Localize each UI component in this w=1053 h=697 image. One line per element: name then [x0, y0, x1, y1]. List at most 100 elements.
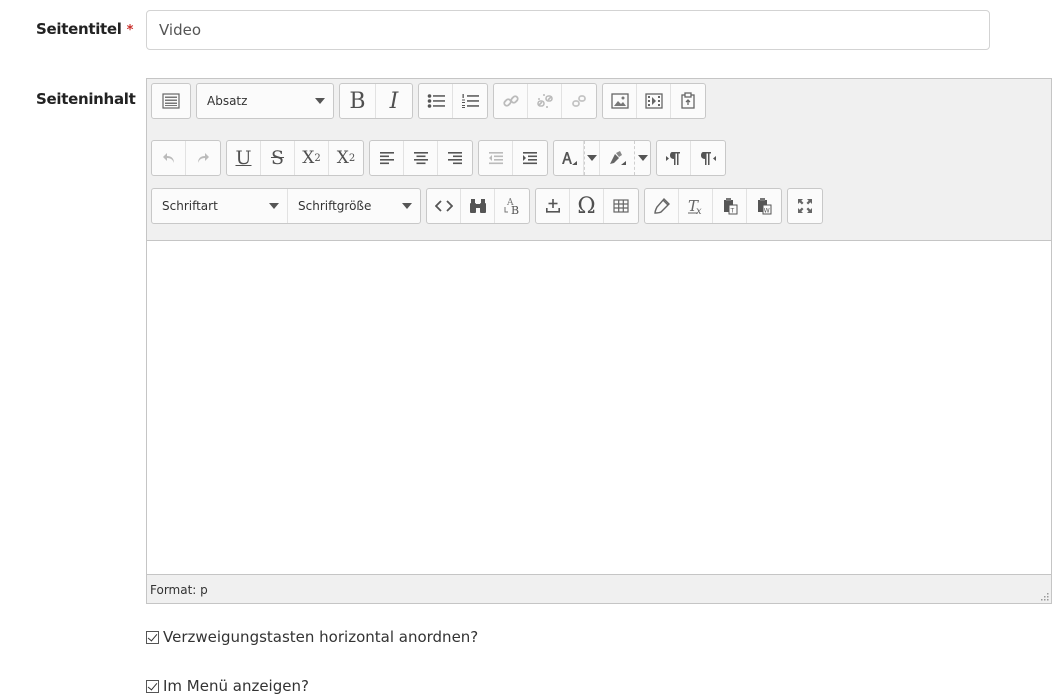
chevron-down-icon	[587, 155, 597, 161]
redo-icon	[198, 153, 209, 163]
ltr-button[interactable]	[657, 141, 691, 175]
show-in-menu-checkbox[interactable]	[146, 679, 159, 693]
cleanup-button[interactable]	[645, 189, 679, 223]
spellcheck-button[interactable]: AB	[495, 189, 529, 223]
subscript-button[interactable]: X2	[295, 141, 329, 175]
link-group	[493, 83, 597, 119]
bullet-list-button[interactable]	[419, 84, 453, 118]
special-char-button[interactable]: Ω	[570, 189, 604, 223]
source-code-button[interactable]	[427, 189, 461, 223]
background-color-button[interactable]	[600, 141, 634, 175]
resize-grip-icon	[1041, 593, 1049, 601]
manage-files-button[interactable]	[671, 84, 705, 118]
horizontal-buttons-checkbox[interactable]	[146, 630, 159, 644]
paste-word-icon: W	[758, 198, 772, 215]
resize-handle[interactable]	[1039, 591, 1049, 601]
spellcheck-icon: AB	[504, 198, 519, 215]
anchor-button[interactable]	[562, 84, 596, 118]
undo-redo-group	[151, 140, 221, 176]
align-left-button[interactable]	[370, 141, 404, 175]
insert-media-button[interactable]	[637, 84, 671, 118]
indent-icon	[523, 152, 537, 165]
undo-icon	[162, 153, 174, 163]
align-right-icon	[448, 152, 462, 165]
italic-button[interactable]: I	[376, 84, 412, 118]
fullscreen-button[interactable]	[788, 189, 822, 223]
outdent-button[interactable]	[479, 141, 513, 175]
omega-icon: Ω	[577, 193, 596, 219]
text-style-group: U S X2 X2	[226, 140, 364, 176]
strikethrough-button[interactable]: S	[261, 141, 295, 175]
underline-label: U	[235, 147, 252, 169]
title-input[interactable]	[146, 10, 990, 50]
horizontal-buttons-option[interactable]: Verzweigungstasten horizontal anordnen?	[146, 628, 478, 646]
unlink-icon	[536, 94, 553, 108]
link-icon	[502, 95, 519, 107]
underline-button[interactable]: U	[227, 141, 261, 175]
align-left-icon	[379, 152, 394, 165]
rtl-button[interactable]	[691, 141, 725, 175]
font-size-select[interactable]: Schriftgröße	[288, 189, 420, 223]
required-marker: *	[126, 23, 134, 38]
background-color-dropdown[interactable]	[634, 141, 650, 175]
numbered-list-icon	[462, 94, 479, 108]
svg-text:W: W	[764, 208, 770, 215]
font-family-select-value: Schriftart	[162, 199, 218, 213]
bold-label: B	[349, 88, 366, 114]
highlight-color-icon	[610, 151, 626, 165]
binoculars-icon	[469, 199, 486, 213]
clear-group: Tx T W	[644, 188, 782, 224]
font-size-select-value: Schriftgröße	[298, 199, 372, 213]
paste-text-button[interactable]: T	[713, 189, 747, 223]
clear-formatting-button[interactable]: Tx	[679, 189, 713, 223]
bold-button[interactable]: B	[340, 84, 376, 118]
anchor-link-icon	[572, 95, 586, 107]
paragraph-format-group: Absatz	[196, 83, 334, 119]
image-icon	[610, 93, 629, 109]
insert-image-button[interactable]	[603, 84, 637, 118]
align-center-icon	[413, 152, 428, 165]
unlink-button[interactable]	[528, 84, 562, 118]
show-in-menu-option[interactable]: Im Menü anzeigen?	[146, 677, 309, 695]
indent-button[interactable]	[513, 141, 547, 175]
text-color-icon	[561, 152, 577, 165]
superscript-button[interactable]: X2	[329, 141, 363, 175]
numbered-list-button[interactable]	[453, 84, 487, 118]
clipboard-icon	[681, 92, 695, 109]
outdent-icon	[488, 152, 503, 165]
table-icon	[613, 199, 629, 213]
redo-button[interactable]	[186, 141, 220, 175]
insert-group: Ω	[535, 188, 639, 224]
element-path: Format: p	[150, 583, 208, 597]
editor-statusbar: Format: p	[147, 574, 1051, 603]
insert-horizontal-line-button[interactable]	[536, 189, 570, 223]
fullscreen-icon	[798, 199, 812, 213]
rich-text-editor: Absatz B I U S X 2 X 2 Schriftart Schrif…	[146, 78, 1052, 604]
search-replace-button[interactable]	[461, 189, 495, 223]
code-icon	[434, 200, 453, 212]
list-group	[418, 83, 488, 119]
link-button[interactable]	[494, 84, 528, 118]
ltr-icon	[665, 152, 680, 165]
keyboard-icon	[162, 93, 180, 109]
paste-word-button[interactable]: W	[747, 189, 781, 223]
insert-table-button[interactable]	[604, 189, 638, 223]
align-right-button[interactable]	[438, 141, 472, 175]
font-group: Schriftart Schriftgröße	[151, 188, 421, 224]
bullet-list-icon	[427, 94, 445, 108]
svg-text:T: T	[729, 208, 734, 215]
text-color-dropdown[interactable]	[584, 141, 600, 175]
font-family-select[interactable]: Schriftart	[152, 189, 288, 223]
strikethrough-label: S	[270, 147, 285, 169]
toolbar-row-3: Schriftart Schriftgröße AB Ω T x T W	[151, 188, 828, 224]
text-color-button[interactable]	[554, 141, 584, 175]
align-center-button[interactable]	[404, 141, 438, 175]
film-icon	[644, 93, 663, 109]
bold-italic-group: B I	[339, 83, 413, 119]
undo-button[interactable]	[152, 141, 186, 175]
format-select-value: Absatz	[207, 94, 248, 108]
format-select[interactable]: Absatz	[197, 84, 333, 118]
editor-content-area[interactable]	[147, 240, 1051, 574]
title-label: Seitentitel *	[36, 20, 133, 38]
toolbar-toggle-button[interactable]	[152, 84, 190, 118]
